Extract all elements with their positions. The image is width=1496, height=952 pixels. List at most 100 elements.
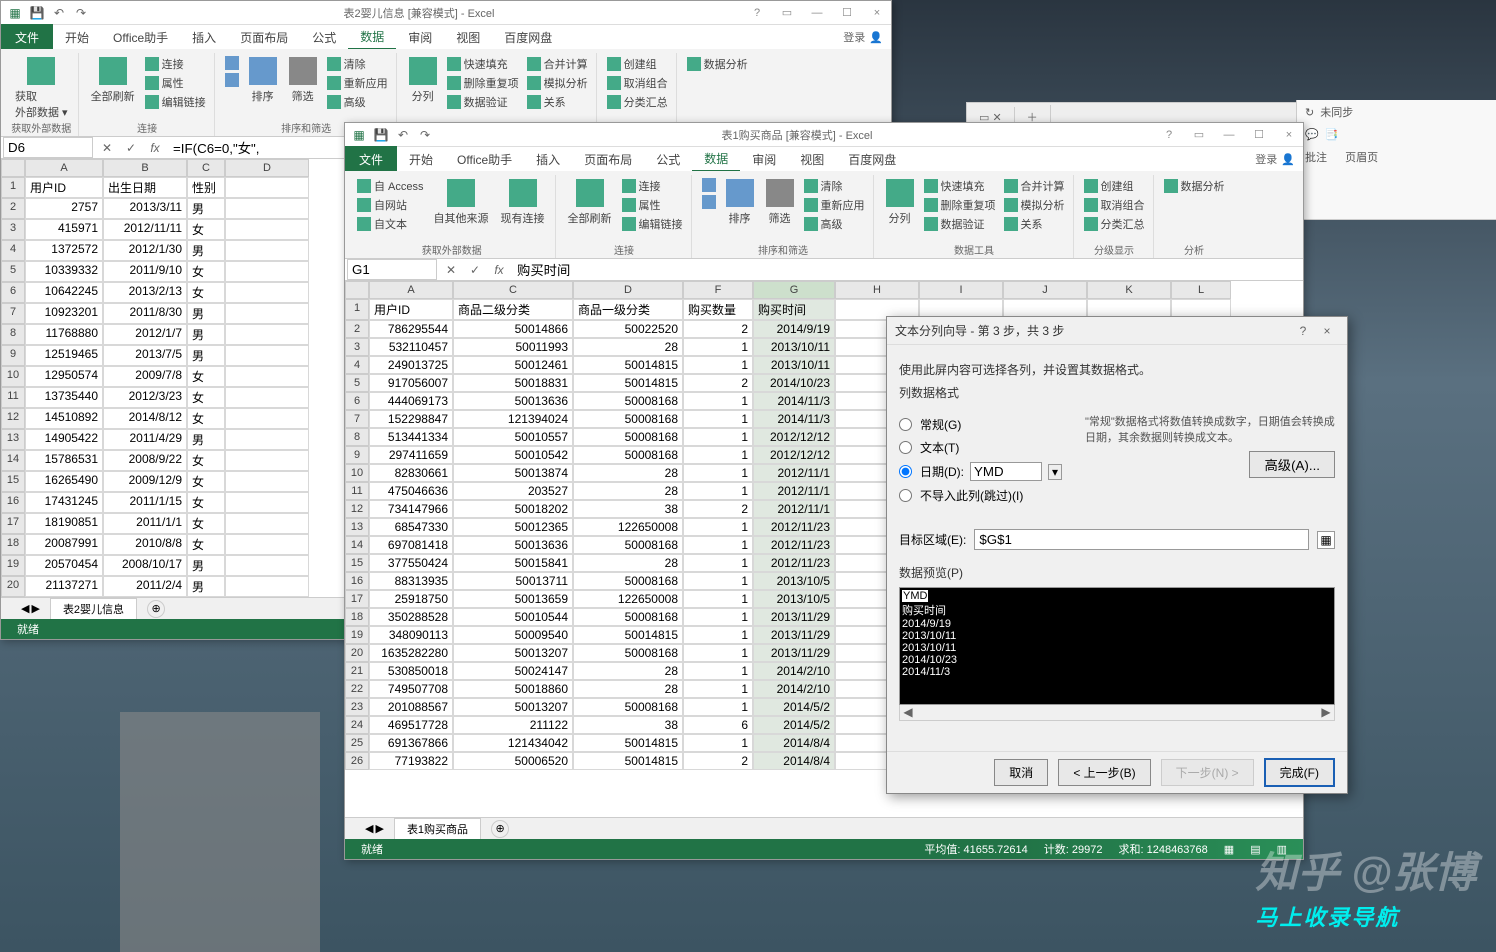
- finish-button[interactable]: 完成(F): [1264, 758, 1335, 787]
- cell[interactable]: [225, 429, 309, 450]
- cell[interactable]: 2012/11/23: [753, 536, 835, 554]
- col-header[interactable]: B: [103, 159, 187, 177]
- date-format-select[interactable]: [970, 462, 1042, 481]
- cell[interactable]: 1: [683, 518, 753, 536]
- cell[interactable]: 2013/10/5: [753, 572, 835, 590]
- cell[interactable]: 2011/9/10: [103, 261, 187, 282]
- cell[interactable]: 2013/11/29: [753, 626, 835, 644]
- row-header[interactable]: 14: [1, 450, 25, 471]
- row-header[interactable]: 8: [1, 324, 25, 345]
- cell[interactable]: 1: [683, 734, 753, 752]
- cell[interactable]: 商品一级分类: [573, 299, 683, 320]
- add-sheet-button[interactable]: ⊕: [491, 820, 509, 838]
- properties-button[interactable]: 属性: [620, 196, 685, 214]
- row-header[interactable]: 6: [1, 282, 25, 303]
- clear-button[interactable]: 清除: [325, 55, 390, 73]
- cell[interactable]: 2012/12/12: [753, 428, 835, 446]
- cell[interactable]: 2013/10/11: [753, 356, 835, 374]
- cell[interactable]: 297411659: [369, 446, 453, 464]
- cell[interactable]: 50014815: [573, 752, 683, 770]
- cell[interactable]: 28: [573, 338, 683, 356]
- cell[interactable]: 68547330: [369, 518, 453, 536]
- col-header[interactable]: G: [753, 281, 835, 299]
- cell[interactable]: 2: [683, 752, 753, 770]
- cell[interactable]: 商品二级分类: [453, 299, 573, 320]
- maximize-button[interactable]: ☐: [1245, 125, 1273, 145]
- fx-icon[interactable]: fx: [487, 263, 511, 277]
- cell[interactable]: 2011/4/29: [103, 429, 187, 450]
- cell[interactable]: 749507708: [369, 680, 453, 698]
- login-link[interactable]: 登录👤: [843, 29, 891, 45]
- cell[interactable]: [225, 387, 309, 408]
- row-header[interactable]: 17: [1, 513, 25, 534]
- cancel-formula-icon[interactable]: ✕: [439, 263, 463, 277]
- col-header[interactable]: J: [1003, 281, 1087, 299]
- cell[interactable]: 734147966: [369, 500, 453, 518]
- cell[interactable]: 532110457: [369, 338, 453, 356]
- cell[interactable]: 1: [683, 446, 753, 464]
- cell[interactable]: 1: [683, 644, 753, 662]
- sort-desc-button[interactable]: [223, 72, 241, 88]
- row-header[interactable]: 13: [345, 518, 369, 536]
- accept-formula-icon[interactable]: ✓: [463, 263, 487, 277]
- row-header[interactable]: 12: [1, 408, 25, 429]
- sheet-nav-prev[interactable]: ◀: [365, 822, 373, 835]
- row-header[interactable]: 4: [345, 356, 369, 374]
- cell[interactable]: 2011/1/1: [103, 513, 187, 534]
- cell[interactable]: [225, 534, 309, 555]
- tab-review[interactable]: 审阅: [740, 148, 788, 171]
- filter-button[interactable]: 筛选: [762, 177, 798, 233]
- data-preview[interactable]: YMD 购买时间 2014/9/19 2013/10/11 2013/10/11…: [899, 587, 1335, 705]
- tab-baidu[interactable]: 百度网盘: [836, 148, 908, 171]
- cell[interactable]: 购买时间: [753, 299, 835, 320]
- edit-links-button[interactable]: 编辑链接: [143, 93, 208, 111]
- cell[interactable]: 1: [683, 608, 753, 626]
- row-header[interactable]: 15: [1, 471, 25, 492]
- cell[interactable]: 2014/10/23: [753, 374, 835, 392]
- remove-dupes-button[interactable]: 删除重复项: [445, 74, 521, 92]
- cell[interactable]: [225, 198, 309, 219]
- tab-home[interactable]: 开始: [53, 26, 101, 49]
- cell[interactable]: 38: [573, 716, 683, 734]
- minimize-button[interactable]: —: [1215, 125, 1243, 145]
- cell[interactable]: 17431245: [25, 492, 103, 513]
- cell[interactable]: 11768880: [25, 324, 103, 345]
- cancel-button[interactable]: 取消: [994, 759, 1048, 786]
- side-btn-header[interactable]: 页眉页: [1345, 149, 1378, 165]
- minimize-button[interactable]: —: [803, 3, 831, 23]
- cell[interactable]: 女: [187, 408, 225, 429]
- scroll-left-icon[interactable]: ◀: [900, 705, 916, 720]
- relations-button[interactable]: 关系: [1002, 215, 1067, 233]
- row-header[interactable]: 4: [1, 240, 25, 261]
- cell[interactable]: 50008168: [573, 410, 683, 428]
- row-header[interactable]: 21: [345, 662, 369, 680]
- cell[interactable]: 女: [187, 450, 225, 471]
- cell[interactable]: [225, 555, 309, 576]
- col-header[interactable]: I: [919, 281, 1003, 299]
- tab-view[interactable]: 视图: [788, 148, 836, 171]
- cell[interactable]: 2012/11/23: [753, 554, 835, 572]
- row-header[interactable]: 3: [345, 338, 369, 356]
- cell[interactable]: 415971: [25, 219, 103, 240]
- row-header[interactable]: 11: [1, 387, 25, 408]
- cell[interactable]: 性别: [187, 177, 225, 198]
- advanced-filter-button[interactable]: 高级: [802, 215, 867, 233]
- row-header[interactable]: 16: [1, 492, 25, 513]
- cell[interactable]: 444069173: [369, 392, 453, 410]
- cell[interactable]: 1: [683, 410, 753, 428]
- name-box-1[interactable]: [3, 137, 93, 158]
- cell[interactable]: [225, 282, 309, 303]
- close-button[interactable]: ×: [863, 3, 891, 23]
- cell[interactable]: 14905422: [25, 429, 103, 450]
- cell[interactable]: 12519465: [25, 345, 103, 366]
- cell[interactable]: 50015841: [453, 554, 573, 572]
- cell[interactable]: 50022520: [573, 320, 683, 338]
- cell[interactable]: 1: [683, 338, 753, 356]
- maximize-button[interactable]: ☐: [833, 3, 861, 23]
- cell[interactable]: 50010544: [453, 608, 573, 626]
- row-header[interactable]: 16: [345, 572, 369, 590]
- row-header[interactable]: 25: [345, 734, 369, 752]
- cell[interactable]: 2: [683, 374, 753, 392]
- cell[interactable]: 12950574: [25, 366, 103, 387]
- tab-file[interactable]: 文件: [1, 24, 53, 51]
